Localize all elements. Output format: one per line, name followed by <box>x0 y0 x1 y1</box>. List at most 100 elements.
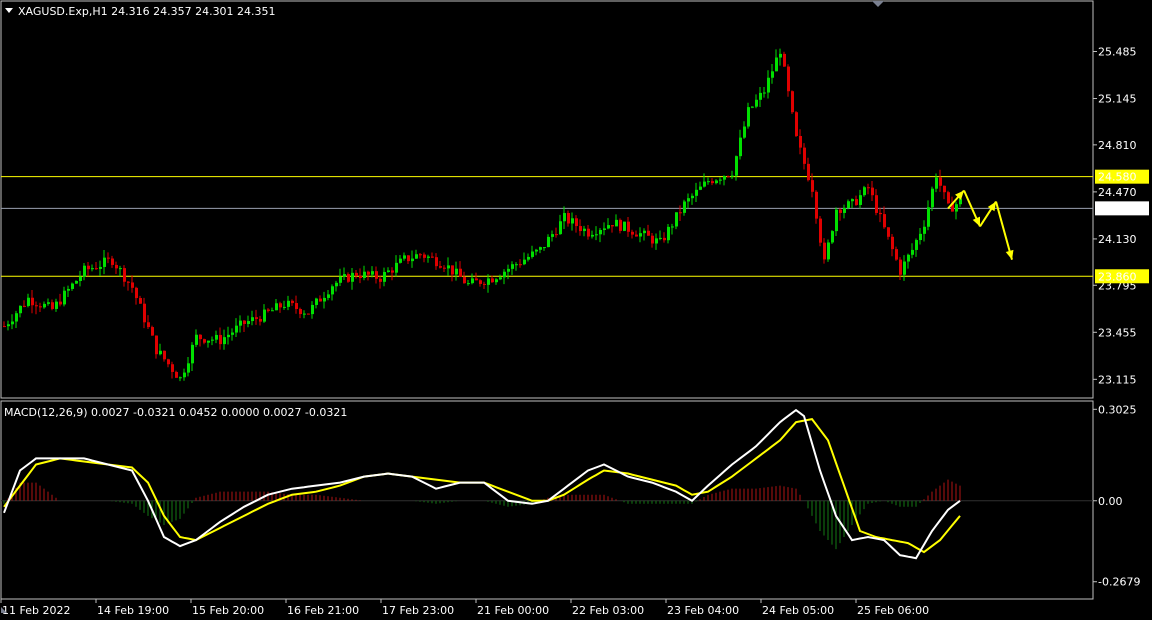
candle-body <box>395 262 398 273</box>
candle-body <box>683 201 686 213</box>
candle-body <box>847 201 850 209</box>
candle-body <box>799 136 802 148</box>
candle-body <box>835 209 838 232</box>
candle-body <box>475 278 478 281</box>
candle-body <box>667 226 670 241</box>
macd-header: MACD(12,26,9) 0.0027 -0.0321 0.0452 0.00… <box>4 406 347 419</box>
candle-body <box>559 221 562 235</box>
candle-body <box>351 272 354 282</box>
candle-body <box>27 297 30 306</box>
candle-body <box>495 279 498 283</box>
candle-body <box>527 256 530 260</box>
candle-body <box>735 156 738 176</box>
time-axis-label: 23 Feb 04:00 <box>667 604 739 617</box>
candle-body <box>843 208 846 213</box>
candle-body <box>711 181 714 184</box>
candle-body <box>47 302 50 304</box>
macd-axis-tick-label: -0.2679 <box>1098 576 1140 589</box>
candle-body <box>915 240 918 250</box>
candle-body <box>343 274 346 277</box>
time-axis-label: 22 Feb 03:00 <box>572 604 644 617</box>
candle-body <box>703 181 706 187</box>
candle-body <box>31 297 34 306</box>
candle-body <box>443 267 446 269</box>
candle-body <box>631 231 634 235</box>
macd-axis-tick-label: 0.00 <box>1098 495 1123 508</box>
forecast-arrow-3[interactable] <box>995 201 1013 260</box>
candle-body <box>795 112 798 137</box>
candle-body <box>267 309 270 311</box>
candle-body <box>571 218 574 224</box>
candle-body <box>167 359 170 365</box>
candle-body <box>519 264 522 266</box>
price-axis-tick-label: 25.145 <box>1098 93 1137 106</box>
candle-body <box>959 198 962 205</box>
chart-svg: 25.48525.14524.81024.47024.13023.79523.4… <box>0 0 1149 617</box>
candle-body <box>255 317 258 319</box>
candle-body <box>195 334 198 345</box>
candle-body <box>867 187 870 189</box>
candle-body <box>151 327 154 336</box>
shift-marker-icon[interactable] <box>872 1 884 7</box>
symbol-dropdown-icon[interactable] <box>5 8 13 13</box>
candle-body <box>879 212 882 215</box>
candle-body <box>419 254 422 256</box>
candle-body <box>823 242 826 260</box>
candle-body <box>431 256 434 258</box>
candle-body <box>387 270 390 272</box>
candle-body <box>51 302 54 309</box>
time-axis-label: 25 Feb 06:00 <box>857 604 929 617</box>
candle-body <box>511 264 514 269</box>
time-axis-label: 11 Feb 2022 <box>2 604 70 617</box>
candle-body <box>595 234 598 236</box>
candle-body <box>679 212 682 214</box>
candle-body <box>207 340 210 343</box>
candle-body <box>439 266 442 268</box>
candle-body <box>287 300 290 307</box>
candle-body <box>55 301 58 309</box>
candle-body <box>291 300 294 304</box>
candle-body <box>503 271 506 278</box>
candle-body <box>67 288 70 291</box>
macd-signal-line <box>3 417 961 554</box>
candle-body <box>295 303 298 310</box>
candle-body <box>611 225 614 227</box>
candle-body <box>591 234 594 237</box>
candle-body <box>247 321 250 324</box>
candle-body <box>175 371 178 378</box>
candle-body <box>283 306 286 308</box>
candle-body <box>103 257 106 267</box>
candle-body <box>403 255 406 259</box>
candle-body <box>615 219 618 227</box>
forecast-arrow-head-2 <box>987 201 996 212</box>
candle-body <box>323 297 326 302</box>
candle-body <box>19 305 22 314</box>
candle-body <box>787 66 790 92</box>
candle-body <box>383 271 386 282</box>
candle-body <box>815 191 818 219</box>
candle-body <box>627 221 630 232</box>
candle-body <box>367 271 370 275</box>
candle-body <box>147 322 150 328</box>
candle-body <box>647 230 650 236</box>
candle-body <box>179 377 182 379</box>
candle-body <box>555 234 558 236</box>
candle-body <box>379 278 382 282</box>
candle-body <box>275 303 278 311</box>
candle-body <box>139 298 142 304</box>
time-axis-label: 14 Feb 19:00 <box>97 604 169 617</box>
candle-body <box>775 57 778 72</box>
candle-body <box>215 334 218 340</box>
candle-body <box>7 324 10 327</box>
candle-body <box>427 256 430 258</box>
candle-body <box>359 275 362 278</box>
candle-body <box>791 91 794 113</box>
candle-body <box>895 249 898 260</box>
candle-body <box>659 237 662 239</box>
candle-body <box>607 225 610 229</box>
candle-body <box>463 276 466 284</box>
candle-body <box>587 228 590 237</box>
candle-body <box>203 339 206 343</box>
candle-body <box>271 310 274 312</box>
candle-body <box>907 254 910 262</box>
